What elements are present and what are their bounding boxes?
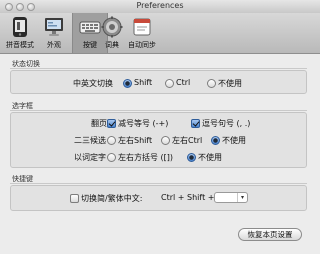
toggle-simp-trad-label: 切换简/繁体中文: [81,194,143,203]
restore-defaults-button[interactable]: 恢复本页设置 [238,228,302,241]
toolbar-item-auto-sync[interactable]: 自动同步 [124,13,160,53]
radio-square-brackets-label: 左右方括号 ([]) [118,153,174,162]
radio-word-none-label: 不使用 [198,153,222,162]
second-third-label: 二三候选 [74,136,106,145]
switch-label: 中英文切换 [73,79,113,88]
page-flip-label: 翻页 [91,119,107,128]
radio-ctrl[interactable] [165,79,174,88]
checkbox-minus-equal[interactable] [107,119,116,128]
chevron-down-icon: ▾ [237,193,247,202]
candidate-box: 翻页 减号等号 (-+) 逗号句号 (, .) 二三候选 左右Shift 左右C… [10,112,307,168]
sync-icon [133,18,151,36]
divider [10,183,307,184]
monitor-icon [45,18,63,36]
radio-state-none-label: 不使用 [218,79,242,88]
radio-left-right-shift-label: 左右Shift [118,136,153,145]
radio-left-right-ctrl[interactable] [161,136,170,145]
divider [10,110,307,111]
radio-square-brackets[interactable] [107,153,116,162]
toolbar-item-label: 自动同步 [128,41,156,49]
radio-shift-label: Shift [134,78,153,87]
radio-left-right-shift[interactable] [107,136,116,145]
toolbar-item-appearance[interactable]: 外观 [36,13,72,53]
title-bar: Preferences [0,0,320,13]
radio-second-third-none-label: 不使用 [222,136,246,145]
divider [10,68,307,69]
toolbar: 拼音模式 外观 按键 词典 自动同步 [0,13,320,54]
radio-ctrl-label: Ctrl [176,78,191,87]
checkbox-toggle-simp-trad[interactable] [70,194,79,203]
radio-left-right-ctrl-label: 左右Ctrl [172,136,203,145]
checkbox-minus-equal-label: 减号等号 (-+) [118,119,169,128]
radio-state-none[interactable] [207,79,216,88]
window-title: Preferences [136,1,184,10]
checkbox-comma-period-label: 逗号句号 (, .) [202,119,251,128]
word-to-char-label: 以词定字 [74,153,106,162]
radio-second-third-none[interactable] [211,136,220,145]
radio-word-none[interactable] [187,153,196,162]
checkbox-comma-period[interactable] [191,119,200,128]
preferences-window: Preferences 拼音模式 外观 按键 词典 自动同步 状态切换 中英文切… [0,0,320,254]
dictionary-gear-icon [101,16,123,38]
shortcut-combo-text: Ctrl + Shift + [161,193,215,202]
radio-shift[interactable] [123,79,132,88]
shortcut-box: 切换简/繁体中文: Ctrl + Shift + ▾ [10,185,307,211]
phone-icon [13,17,27,37]
shortcut-key-select[interactable]: ▾ [214,192,248,203]
state-switch-box: 中英文切换 Shift Ctrl 不使用 [10,70,307,94]
